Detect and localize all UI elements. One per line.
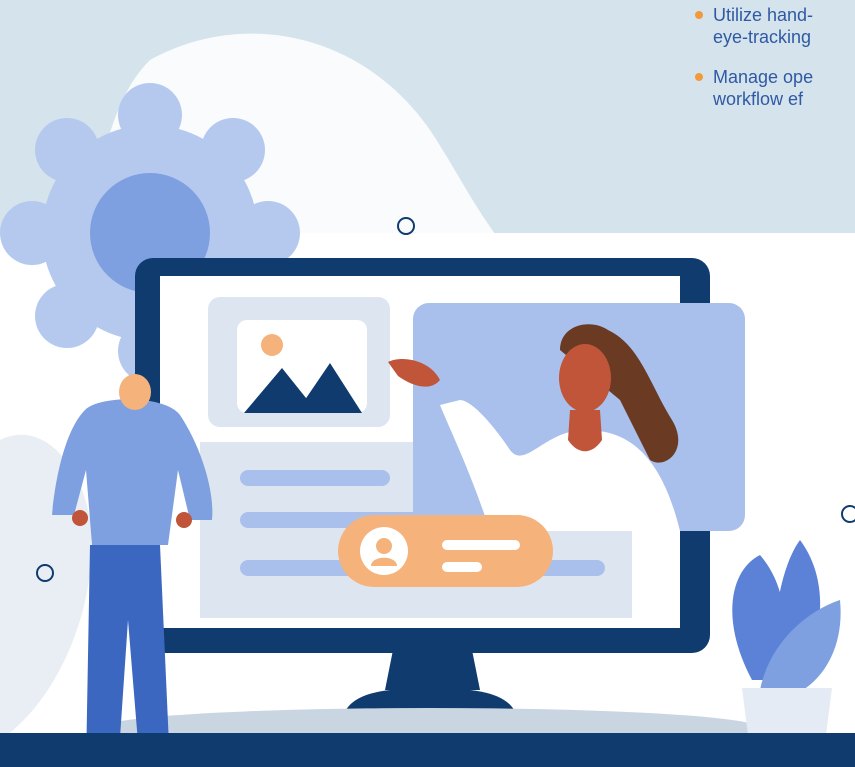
illustration-scene (0, 33, 855, 767)
person-head (119, 374, 151, 410)
image-card (208, 297, 390, 427)
presenter-face (559, 344, 611, 412)
bottom-bar (0, 733, 855, 767)
sun-icon (261, 334, 283, 356)
decor-circle (841, 505, 855, 523)
video-call-frame (388, 303, 745, 531)
chat-bubble (338, 515, 553, 587)
